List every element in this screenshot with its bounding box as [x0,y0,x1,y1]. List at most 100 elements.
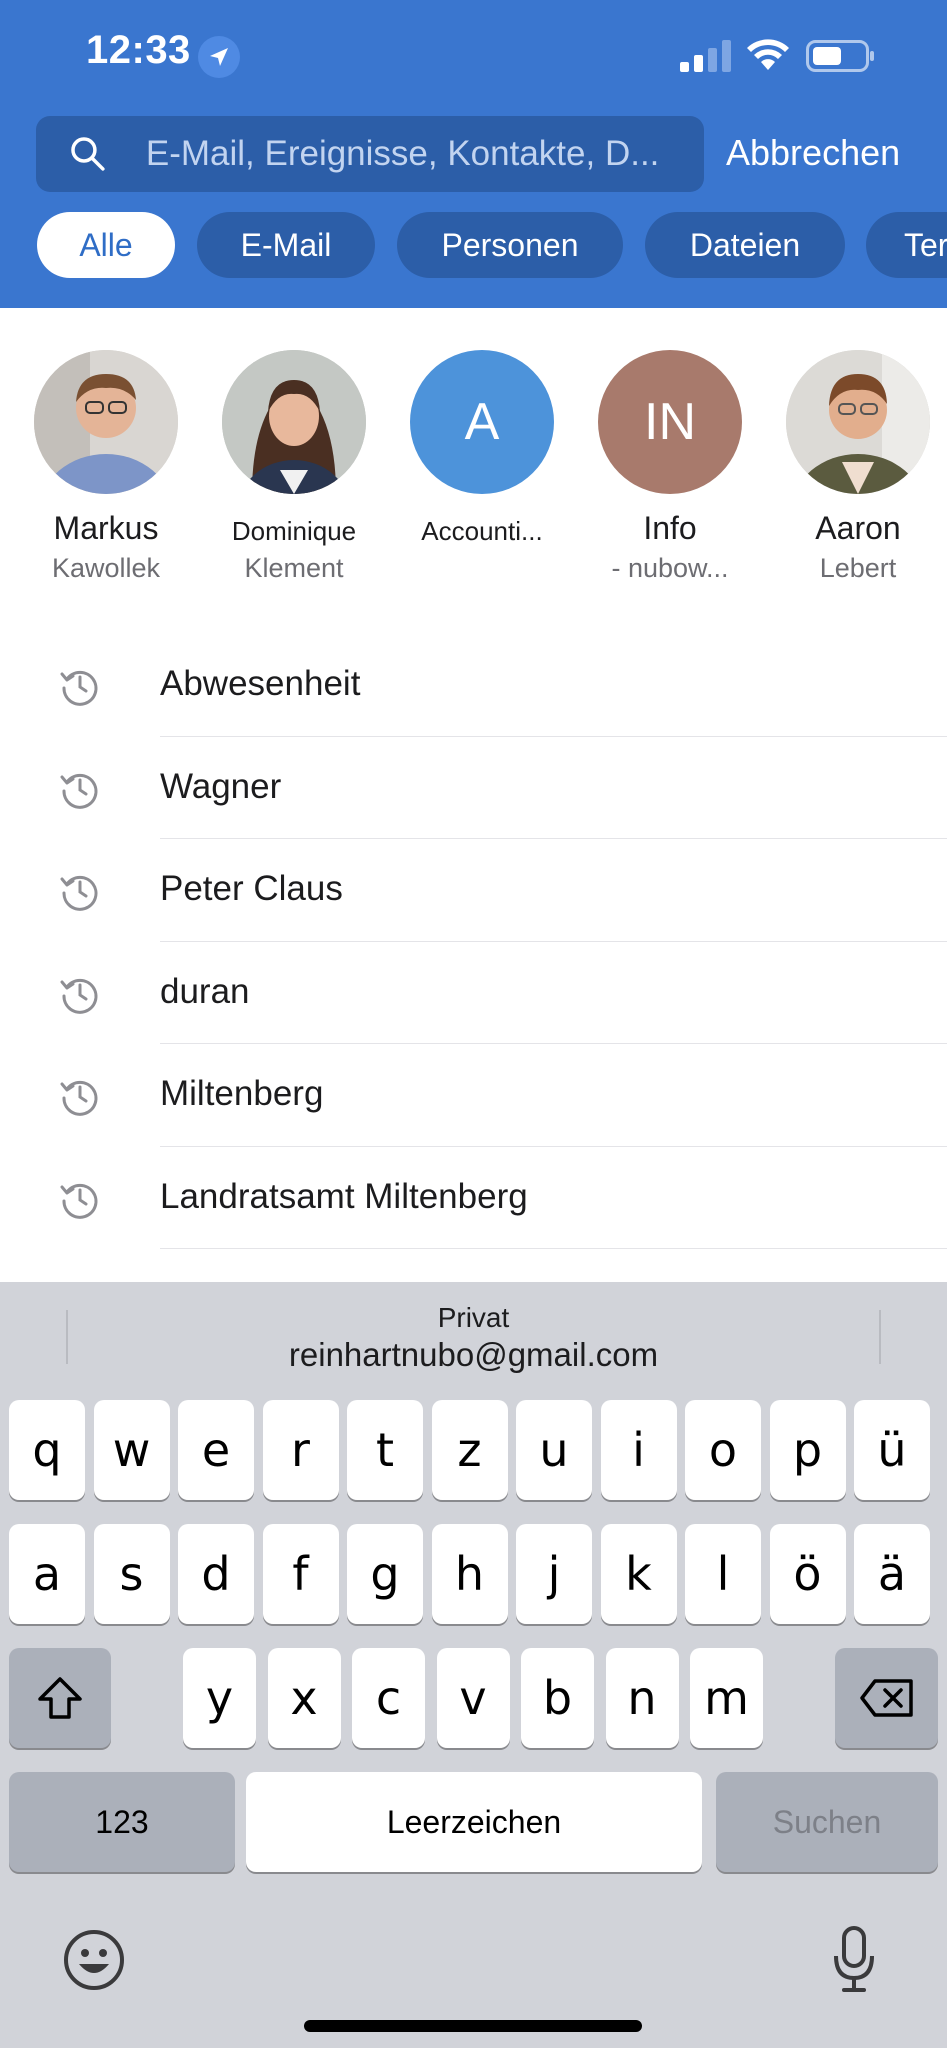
history-label: Abwesenheit [160,664,361,703]
list-item[interactable]: Abwesenheit [0,634,947,737]
home-indicator [304,2020,642,2032]
key-q[interactable]: q [9,1400,85,1500]
history-clock-icon [60,978,98,1014]
status-time: 12:33 [86,28,191,72]
autofill-suggestion[interactable]: Privat reinhartnubo@gmail.com [0,1282,947,1382]
suggestion-value: reinhartnubo@gmail.com [288,1336,659,1373]
people-suggestions: Markus Kawollek Dominique Klement A Acco… [0,350,947,590]
search-field[interactable]: E-Mail, Ereignisse, Kontakte, D... [36,116,704,192]
person-first-name: Accounti... [421,516,543,546]
key-p[interactable]: p [769,1400,846,1500]
list-item[interactable]: duran [0,942,947,1044]
key-v[interactable]: v [436,1648,510,1748]
key-f[interactable]: f [262,1524,339,1624]
microphone-icon[interactable] [830,1924,878,1994]
key-ö[interactable]: ö [769,1524,846,1624]
list-item[interactable]: Landratsamt Miltenberg [0,1147,947,1249]
avatar [786,350,930,494]
history-clock-icon [60,1183,98,1219]
key-ä[interactable]: ä [854,1524,930,1624]
history-label: Landratsamt Miltenberg [160,1176,528,1216]
key-z[interactable]: z [431,1400,508,1500]
key-u[interactable]: u [516,1400,592,1500]
cancel-button[interactable]: Abbrechen [726,132,900,174]
shift-key[interactable] [9,1648,111,1748]
delete-icon [859,1679,913,1717]
list-item[interactable]: Wagner [0,737,947,839]
history-clock-icon [60,773,98,809]
history-label: Wagner [160,766,282,806]
numbers-key[interactable]: 123 [9,1772,235,1872]
delete-key[interactable] [835,1648,938,1748]
history-label: Peter Claus [160,869,343,908]
history-label: Miltenberg [160,1074,324,1113]
person-last-name: Kawollek [51,553,161,583]
avatar [222,350,366,494]
suggestion-title: Privat [437,1302,510,1333]
filter-chip-people[interactable]: Personen [397,212,623,278]
key-c[interactable]: c [352,1648,425,1748]
key-ü[interactable]: ü [854,1400,930,1500]
key-r[interactable]: r [262,1400,339,1500]
list-item[interactable]: Peter Claus [0,839,947,942]
avatar [34,350,178,494]
key-h[interactable]: h [431,1524,508,1624]
space-key[interactable]: Leerzeichen [246,1772,702,1872]
cellular-signal-icon [680,40,731,72]
key-b[interactable]: b [521,1648,594,1748]
divider [160,1248,947,1249]
key-y[interactable]: y [183,1648,256,1748]
location-arrow-icon [198,36,240,78]
person-first-name: Markus [53,510,159,546]
avatar: A [410,350,554,494]
shift-icon [38,1677,82,1719]
person-aaron[interactable]: Aaron Lebert [764,350,947,584]
recent-searches: Abwesenheit Wagner Peter Claus duran Mil… [0,634,947,1249]
filter-chip-files[interactable]: Dateien [645,212,845,278]
person-info[interactable]: IN Info - nubow... [576,350,764,584]
person-last-name: - nubow... [611,553,729,583]
key-a[interactable]: a [9,1524,85,1624]
search-icon [71,137,105,171]
key-d[interactable]: d [178,1524,254,1624]
person-first-name: Dominique [231,516,357,546]
key-e[interactable]: e [178,1400,254,1500]
person-last-name: Klement [244,553,344,583]
list-item[interactable]: Miltenberg [0,1044,947,1147]
key-x[interactable]: x [267,1648,341,1748]
key-j[interactable]: j [516,1524,592,1624]
avatar-initials: IN [644,393,696,451]
key-m[interactable]: m [690,1648,763,1748]
key-g[interactable]: g [347,1524,423,1624]
key-n[interactable]: n [605,1648,679,1748]
filter-chip-calendar[interactable]: Ter [866,212,947,278]
emoji-icon[interactable] [62,1928,126,1992]
person-accounting[interactable]: A Accounti... [388,350,576,553]
person-markus[interactable]: Markus Kawollek [12,350,200,584]
history-clock-icon [60,1080,98,1116]
key-t[interactable]: t [347,1400,423,1500]
person-dominique[interactable]: Dominique Klement [200,350,388,584]
divider [879,1310,881,1364]
key-l[interactable]: l [685,1524,761,1624]
battery-icon [806,40,874,72]
avatar: IN [598,350,742,494]
filter-chip-all[interactable]: Alle [37,212,175,278]
filter-chips: Alle E-Mail Personen Dateien Ter [0,212,947,280]
app-header: 12:33 E-Mail, Ereignisse, Kontakte, D...… [0,0,947,308]
key-o[interactable]: o [685,1400,761,1500]
search-key[interactable]: Suchen [716,1772,938,1872]
history-clock-icon [60,875,98,911]
wifi-icon [747,39,789,70]
key-k[interactable]: k [600,1524,677,1624]
filter-chip-email[interactable]: E-Mail [197,212,375,278]
keyboard: Privat reinhartnubo@gmail.com qwertzuiop… [0,1282,947,2048]
person-first-name: Aaron [815,510,901,546]
avatar-initials: A [464,393,500,451]
history-clock-icon [60,670,98,706]
search-placeholder: E-Mail, Ereignisse, Kontakte, D... [145,134,660,173]
key-w[interactable]: w [93,1400,170,1500]
key-i[interactable]: i [600,1400,677,1500]
history-label: duran [160,971,250,1011]
key-s[interactable]: s [93,1524,170,1624]
